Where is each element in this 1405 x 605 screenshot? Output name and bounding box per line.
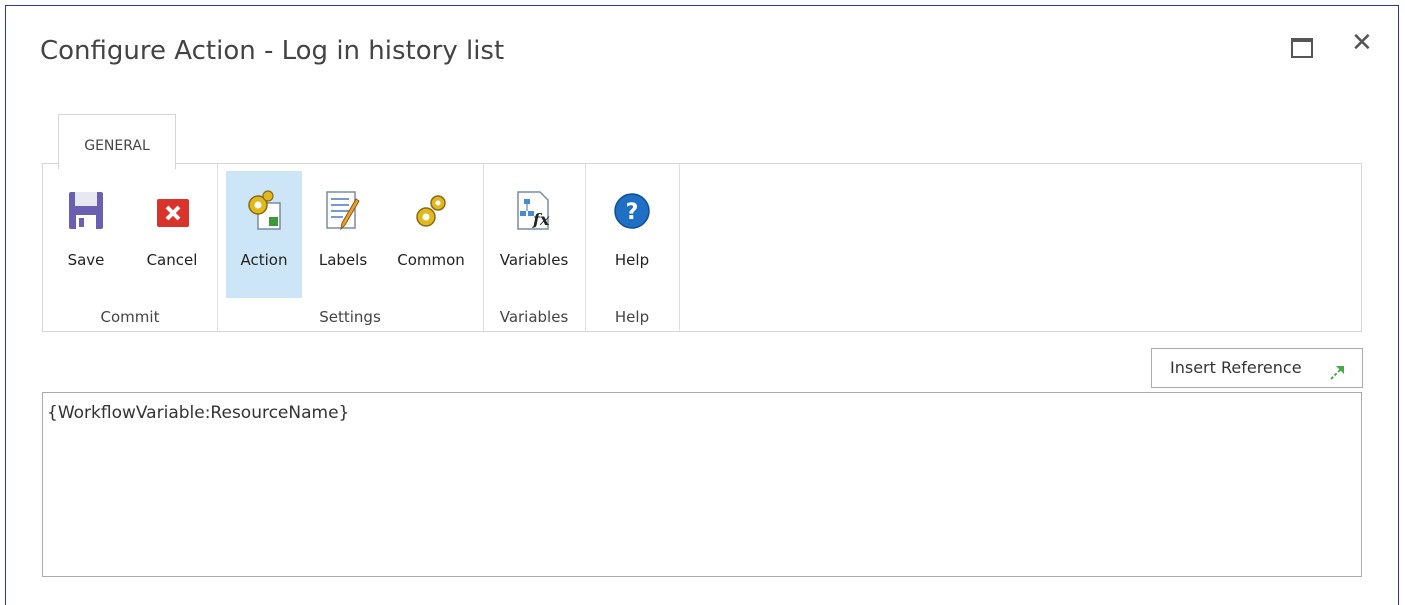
ribbon-group-variables: fx Variables Variables: [483, 164, 586, 331]
configure-action-dialog: Configure Action - Log in history list ✕…: [5, 5, 1399, 605]
cancel-button[interactable]: Cancel: [137, 171, 207, 298]
dialog-title: Configure Action - Log in history list: [40, 36, 505, 66]
log-message-textarea[interactable]: {WorkflowVariable:ResourceName}: [42, 392, 1362, 577]
maximize-icon[interactable]: [1291, 38, 1313, 58]
group-label-help: Help: [614, 308, 650, 326]
cancel-x-icon: [152, 189, 192, 233]
ribbon-group-settings: Action Labels Common Settings: [217, 164, 484, 331]
variables-label: Variables: [499, 251, 569, 269]
help-button[interactable]: ? Help: [599, 171, 665, 298]
labels-button[interactable]: Labels: [312, 171, 374, 298]
save-button[interactable]: Save: [59, 171, 113, 298]
fx-workflow-icon: fx: [514, 189, 554, 233]
group-label-commit: Commit: [100, 308, 160, 326]
insert-arrow-icon: [1328, 358, 1348, 396]
ribbon: Save Cancel Commit Action Labels Common …: [42, 163, 1362, 332]
insert-reference-button[interactable]: Insert Reference: [1151, 348, 1363, 388]
save-label: Save: [67, 251, 105, 269]
floppy-disk-icon: [66, 189, 106, 233]
help-label: Help: [614, 251, 650, 269]
ribbon-group-commit: Save Cancel Commit: [43, 164, 218, 331]
notepad-pencil-icon: [323, 189, 363, 233]
action-label: Action: [240, 251, 288, 269]
common-label: Common: [397, 251, 465, 269]
group-label-settings: Settings: [319, 308, 381, 326]
help-question-icon: ?: [612, 189, 652, 233]
svg-text:?: ?: [626, 200, 639, 225]
group-label-variables: Variables: [499, 308, 569, 326]
common-button[interactable]: Common: [387, 171, 475, 298]
labels-label: Labels: [318, 251, 368, 269]
variables-button[interactable]: fx Variables: [491, 171, 577, 298]
gears-icon: [411, 189, 451, 233]
ribbon-group-help: ? Help Help: [585, 164, 680, 331]
gear-document-icon: [244, 189, 284, 233]
tab-general[interactable]: GENERAL: [58, 114, 176, 169]
insert-reference-label: Insert Reference: [1170, 358, 1302, 377]
cancel-label: Cancel: [146, 251, 198, 269]
svg-text:fx: fx: [532, 210, 550, 229]
close-icon[interactable]: ✕: [1351, 30, 1373, 56]
action-button[interactable]: Action: [226, 171, 302, 298]
